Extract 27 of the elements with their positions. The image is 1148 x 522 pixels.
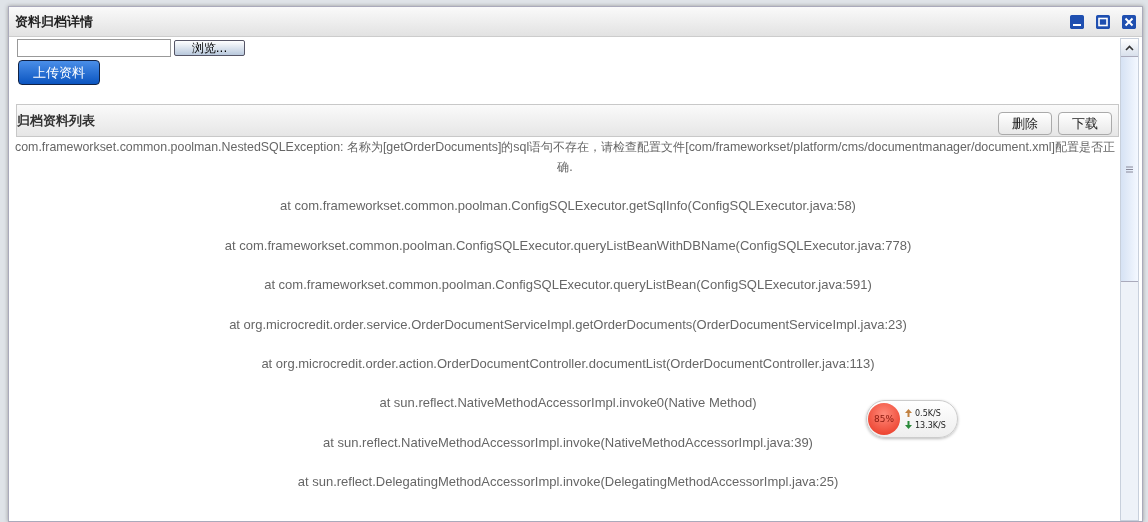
browse-button[interactable]: 浏览... bbox=[174, 40, 245, 56]
stack-trace-line: at sun.reflect.NativeMethodAccessorImpl.invoke0(Native Method) bbox=[379, 394, 757, 413]
file-path-field[interactable] bbox=[17, 39, 171, 57]
download-button[interactable]: 下载 bbox=[1058, 112, 1112, 135]
usage-percent: 85% bbox=[868, 403, 900, 435]
network-monitor[interactable]: 85% 0.5K/S 13.3K/S bbox=[866, 400, 958, 438]
up-arrow-icon bbox=[905, 409, 912, 417]
maximize-icon[interactable] bbox=[1096, 14, 1110, 29]
stack-trace-line: at org.microcredit.order.service.OrderDocumentServiceImpl.getOrderDocuments(OrderDocumentServiceImpl.java:23) bbox=[229, 315, 907, 334]
down-arrow-icon bbox=[905, 421, 912, 429]
panel-title: 归档资料列表 bbox=[17, 111, 96, 130]
close-icon[interactable] bbox=[1122, 14, 1136, 29]
error-message: com.frameworkset.common.poolman.NestedSQLException: 名称为[getOrderDocuments]的sql语句不存在，请检查配置文件[com/frameworkset/platform/cms/documentmanager/document.xml]配置是否正确. bbox=[14, 139, 1116, 176]
window-title: 资料归档详情 bbox=[15, 12, 94, 31]
stack-trace-line: at sun.reflect.DelegatingMethodAccessorImpl.invoke(DelegatingMethodAccessorImpl.java:25) bbox=[297, 473, 839, 492]
grip-icon bbox=[1126, 165, 1133, 173]
download-speed: 13.3K/S bbox=[915, 420, 946, 430]
delete-button[interactable]: 删除 bbox=[998, 112, 1052, 135]
stack-trace-line: at com.frameworkset.common.poolman.ConfigSQLExecutor.getSqlInfo(ConfigSQLExecutor.java:58) bbox=[280, 197, 856, 216]
upload-button[interactable]: 上传资料 bbox=[18, 60, 100, 85]
scrollbar[interactable] bbox=[1120, 38, 1139, 521]
stack-trace-line: at com.frameworkset.common.poolman.ConfigSQLExecutor.queryListBean(ConfigSQLExecutor.java:591) bbox=[264, 276, 872, 295]
upload-speed: 0.5K/S bbox=[915, 408, 941, 418]
stack-trace-line: at sun.reflect.NativeMethodAccessorImpl.invoke(NativeMethodAccessorImpl.java:39) bbox=[323, 433, 813, 452]
stack-trace-line: at org.microcredit.order.action.OrderDocumentController.documentList(OrderDocumentController.java:113) bbox=[261, 354, 875, 373]
stack-trace-line: at com.frameworkset.common.poolman.ConfigSQLExecutor.queryListBeanWithDBName(ConfigSQLExecutor.java:778) bbox=[224, 236, 912, 255]
minimize-icon[interactable] bbox=[1070, 14, 1084, 29]
